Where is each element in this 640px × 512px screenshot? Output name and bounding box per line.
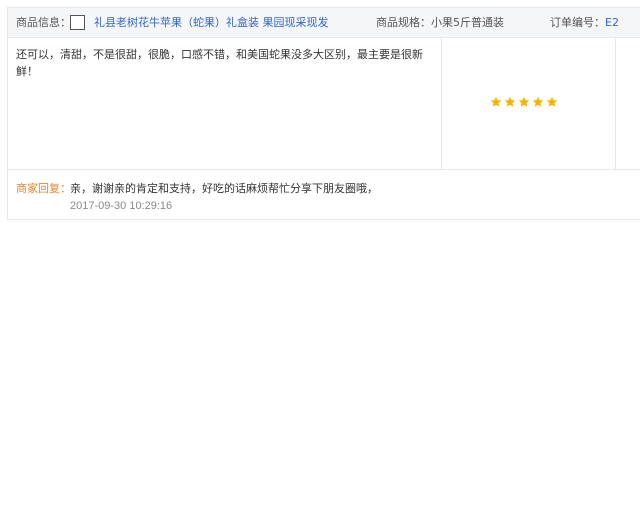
review-card: 商品信息： 礼县老树花牛苹果（蛇果）礼盒装 果园现采现发 商品规格：小果5斤普通… bbox=[7, 7, 640, 220]
reply-timestamp: 2017-09-30 10:29:16 bbox=[70, 200, 173, 212]
order-number-link[interactable]: E2 bbox=[605, 16, 619, 29]
spec-label: 商品规格： bbox=[376, 16, 431, 29]
column-divider bbox=[441, 38, 442, 169]
order-number: 订单编号：E2 bbox=[550, 16, 619, 30]
product-thumbnail[interactable] bbox=[70, 15, 85, 30]
review-content: 还可以，清甜，不是很甜，很脆，口感不错，和美国蛇果没多大区别，最主要是很新鲜！ bbox=[16, 48, 423, 78]
product-info-label: 商品信息： bbox=[16, 16, 71, 29]
star-icon bbox=[532, 96, 544, 108]
product-info-bar: 商品信息： 礼县老树花牛苹果（蛇果）礼盒装 果园现采现发 商品规格：小果5斤普通… bbox=[8, 8, 640, 38]
reply-text: 亲，谢谢亲的肯定和支持，好吃的话麻烦帮忙分享下朋友圈哦， bbox=[70, 182, 378, 195]
order-label: 订单编号： bbox=[550, 16, 605, 29]
product-name-link[interactable]: 礼县老树花牛苹果（蛇果）礼盒装 果园现采现发 bbox=[94, 16, 329, 30]
star-icon bbox=[518, 96, 530, 108]
product-spec: 商品规格：小果5斤普通装 bbox=[376, 16, 504, 30]
merchant-reply: 商家回复： 亲，谢谢亲的肯定和支持，好吃的话麻烦帮忙分享下朋友圈哦， 2017-… bbox=[8, 170, 640, 219]
star-icon bbox=[546, 96, 558, 108]
star-icon bbox=[490, 96, 502, 108]
star-rating bbox=[490, 96, 560, 110]
column-divider bbox=[615, 38, 616, 169]
spec-value: 小果5斤普通装 bbox=[431, 16, 504, 29]
star-icon bbox=[504, 96, 516, 108]
review-row: 还可以，清甜，不是很甜，很脆，口感不错，和美国蛇果没多大区别，最主要是很新鲜！ bbox=[8, 38, 640, 170]
reply-label: 商家回复： bbox=[16, 182, 71, 195]
